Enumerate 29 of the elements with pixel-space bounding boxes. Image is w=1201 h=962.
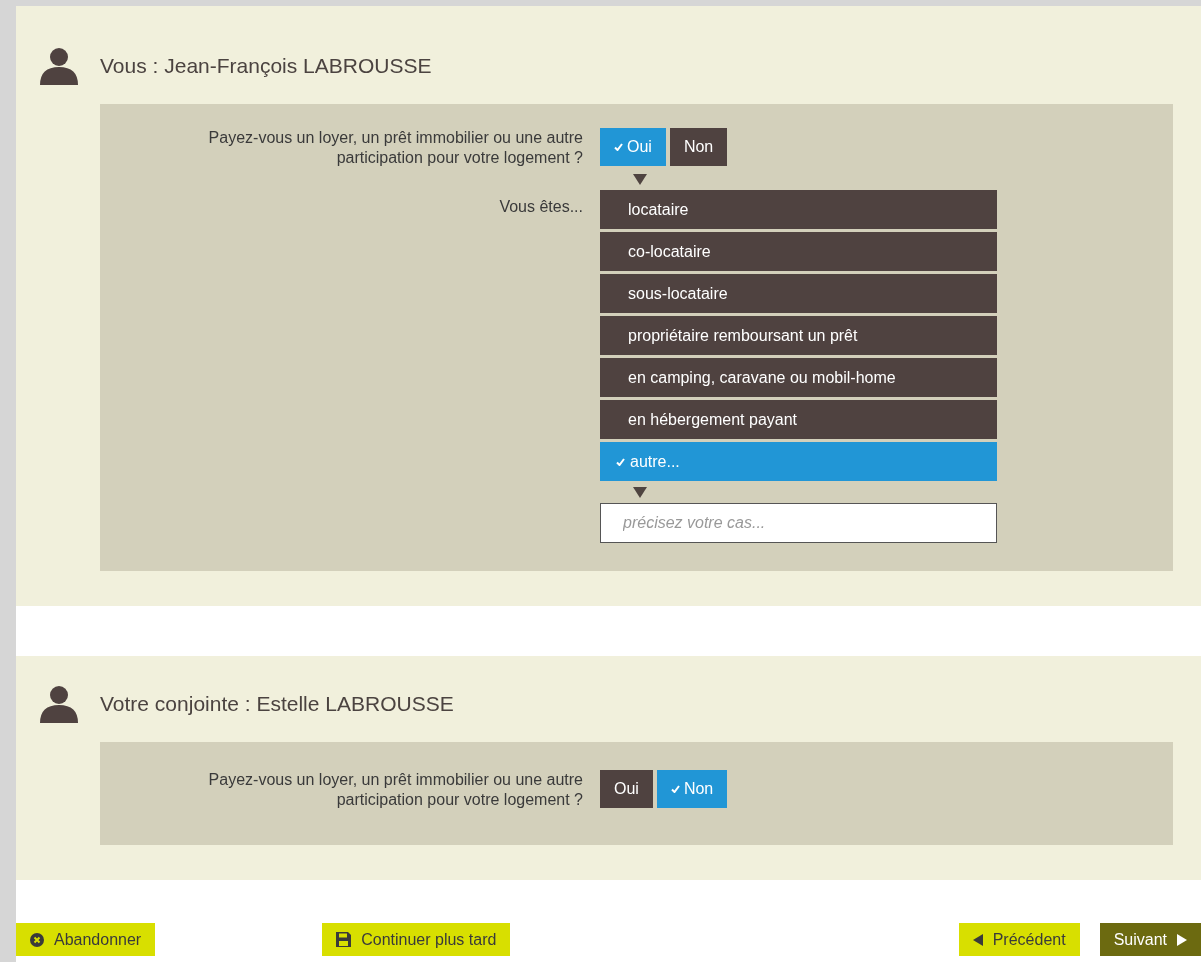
status-option[interactable]: en hébergement payant xyxy=(600,400,997,439)
arrow-down-icon xyxy=(633,486,647,498)
section-title: Votre conjointe : Estelle LABROUSSE xyxy=(100,692,454,716)
arrow-left-icon xyxy=(972,933,983,946)
next-button[interactable]: Suivant xyxy=(1099,923,1201,956)
question-text: Payez-vous un loyer, un prêt immobilier ou une autre participation pour votre logement ? xyxy=(207,770,583,810)
close-icon xyxy=(30,932,44,947)
question-text: Payez-vous un loyer, un prêt immobilier ou une autre participation pour votre logement ? xyxy=(207,128,583,168)
status-option[interactable]: locataire xyxy=(600,190,997,229)
check-icon xyxy=(670,785,680,793)
previous-button[interactable]: Précédent xyxy=(958,923,1080,956)
cancel-button[interactable]: Abandonner xyxy=(16,923,156,956)
answer-option[interactable]: Non xyxy=(669,128,728,166)
answer-option[interactable]: Oui xyxy=(600,770,653,808)
check-icon xyxy=(614,143,623,151)
arrow-down-icon xyxy=(633,173,647,185)
person-icon xyxy=(40,47,78,85)
check-icon xyxy=(616,457,625,466)
save-button[interactable]: Continuer plus tard xyxy=(322,923,511,956)
arrow-right-icon xyxy=(1177,933,1187,946)
status-option[interactable]: co-locataire xyxy=(600,232,997,271)
status-label: Vous êtes... xyxy=(499,197,583,217)
save-icon xyxy=(336,932,352,947)
status-option[interactable]: propriétaire remboursant un prêt xyxy=(600,316,997,355)
person-icon xyxy=(40,685,78,723)
input-field[interactable]: précisez votre cas... xyxy=(600,503,997,543)
status-option[interactable]: en camping, caravane ou mobil-home xyxy=(600,358,997,397)
section-title: Vous : Jean-François LABROUSSE xyxy=(100,54,432,78)
status-option[interactable]: sous-locataire xyxy=(600,274,997,313)
